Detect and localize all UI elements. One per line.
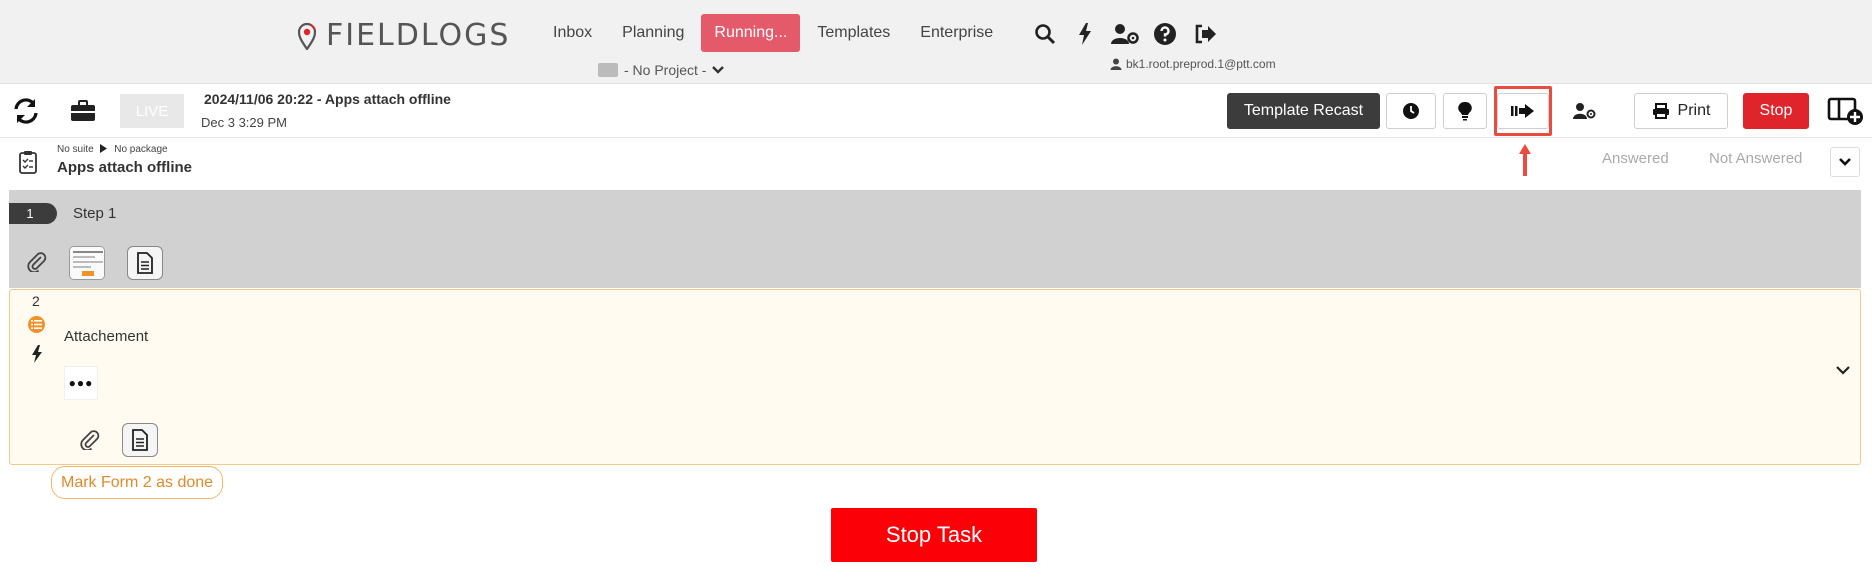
step-title: Attachement — [64, 328, 149, 345]
suite-header: No suite No package Apps attach offline … — [0, 138, 1872, 190]
task-title: 2024/11/06 20:22 - Apps attach offline — [204, 91, 451, 107]
nav-templates[interactable]: Templates — [804, 14, 903, 52]
checklist-icon — [13, 147, 43, 177]
template-recast-button[interactable]: Template Recast — [1227, 93, 1380, 129]
project-selector[interactable]: - No Project - — [598, 62, 725, 78]
caret-right-icon — [100, 144, 108, 153]
task-header: LIVE 2024/11/06 20:22 - Apps attach offl… — [0, 84, 1872, 138]
chevron-down-icon[interactable] — [1835, 363, 1851, 381]
logout-icon[interactable] — [1190, 20, 1220, 48]
top-navigation-bar: FIELDLOGS Inbox Planning Running... Temp… — [0, 0, 1872, 84]
document-icon — [132, 429, 148, 451]
step-number-badge: 1 — [9, 203, 57, 224]
paperclip-icon[interactable] — [27, 252, 47, 277]
document-button[interactable] — [127, 246, 163, 280]
brand-name: FIELDLOGS — [326, 18, 511, 53]
chevron-down-icon — [1839, 158, 1851, 166]
bolt-icon[interactable] — [1070, 20, 1100, 48]
project-label: - No Project - — [624, 62, 707, 78]
document-button[interactable] — [122, 423, 158, 457]
more-options-button[interactable]: ●●● — [64, 366, 98, 400]
folder-icon — [598, 63, 618, 77]
print-button[interactable]: Print — [1634, 93, 1728, 129]
document-icon — [137, 252, 153, 274]
package-label: No package — [114, 144, 168, 155]
main-nav: Inbox Planning Running... Templates Ente… — [540, 14, 1010, 52]
add-panel-icon[interactable] — [1826, 96, 1866, 126]
clock-icon — [1403, 103, 1419, 119]
next-step-button[interactable] — [1497, 93, 1549, 129]
print-label: Print — [1677, 102, 1711, 119]
mark-form-done-button[interactable]: Mark Form 2 as done — [51, 466, 224, 499]
nav-running[interactable]: Running... — [701, 14, 801, 52]
attachment-thumbnail[interactable] — [69, 246, 105, 280]
breadcrumb: No suite No package — [57, 144, 168, 155]
assign-user-icon[interactable] — [1569, 96, 1599, 126]
hint-button[interactable] — [1443, 93, 1487, 129]
printer-icon — [1652, 103, 1669, 119]
step-number: 2 — [32, 293, 40, 309]
bolt-icon[interactable] — [31, 345, 43, 368]
suite-label: No suite — [57, 144, 94, 155]
suite-name: Apps attach offline — [57, 159, 193, 176]
help-icon[interactable] — [1150, 20, 1180, 48]
arrow-right-icon — [1511, 104, 1534, 118]
not-answered-filter[interactable]: Not Answered — [1709, 150, 1802, 167]
nav-enterprise[interactable]: Enterprise — [907, 14, 1006, 52]
history-button[interactable] — [1386, 93, 1436, 129]
user-settings-icon[interactable] — [1110, 20, 1140, 48]
paperclip-icon[interactable] — [80, 430, 100, 455]
nav-inbox[interactable]: Inbox — [540, 14, 605, 52]
step-1-block[interactable]: 1 Step 1 — [9, 190, 1861, 288]
user-email: bk1.root.preprod.1@ptt.com — [1126, 57, 1276, 71]
nav-planning[interactable]: Planning — [609, 14, 697, 52]
stop-task-button[interactable]: Stop Task — [831, 508, 1037, 562]
briefcase-icon[interactable] — [68, 96, 98, 126]
more-dots: ●●● — [68, 376, 94, 390]
lightbulb-icon — [1458, 101, 1472, 121]
step-label: Step 1 — [73, 205, 117, 222]
task-date: Dec 3 3:29 PM — [201, 115, 287, 130]
collapse-toggle[interactable] — [1830, 147, 1860, 177]
user-indicator: bk1.root.preprod.1@ptt.com — [1110, 57, 1276, 71]
refresh-icon[interactable] — [11, 96, 41, 126]
stop-button[interactable]: Stop — [1743, 93, 1809, 129]
list-icon — [28, 316, 45, 333]
brand-logo[interactable]: FIELDLOGS — [296, 18, 510, 53]
search-icon[interactable] — [1030, 20, 1060, 48]
nav-icon-group — [1030, 20, 1230, 48]
answered-filter[interactable]: Answered — [1602, 150, 1669, 167]
user-icon — [1110, 58, 1122, 70]
live-badge: LIVE — [120, 94, 184, 128]
chevron-down-icon — [712, 66, 725, 74]
step-2-block[interactable]: 2 Attachement ●●● — [9, 289, 1861, 465]
location-pin-logo-icon — [296, 22, 318, 51]
